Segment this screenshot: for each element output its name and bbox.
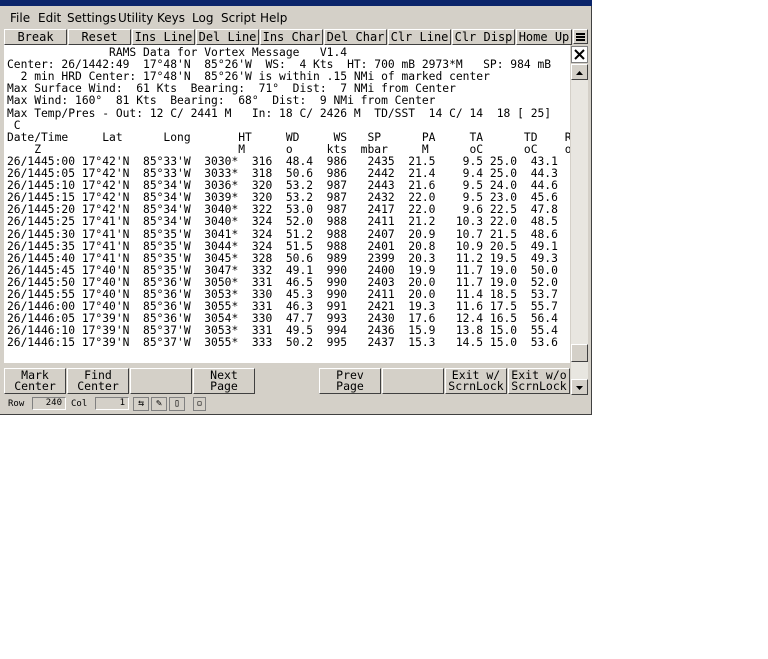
exit-without-scrnlock-button[interactable]: Exit w/o ScrnLock: [508, 368, 570, 394]
menu-log[interactable]: Log: [192, 11, 213, 25]
terminal-line: 26/1446:15 17°39'N 85°37'W 3055* 333 50.…: [7, 336, 558, 350]
row-value: 240: [32, 397, 66, 410]
terminal-line: 26/1445:35 17°41'N 85°35'W 3044* 324 51.…: [7, 239, 558, 253]
ins-line-button[interactable]: Ins Line: [132, 29, 195, 45]
arrow-up-icon[interactable]: [571, 64, 588, 80]
del-line-button[interactable]: Del Line: [196, 29, 259, 45]
terminal-line: 26/1445:30 17°41'N 85°35'W 3041* 324 51.…: [7, 227, 558, 241]
menu-lines-icon[interactable]: [573, 29, 588, 44]
menu-file[interactable]: File: [10, 11, 30, 25]
find-center-button[interactable]: Find Center: [67, 368, 129, 394]
close-icon[interactable]: [571, 46, 588, 63]
terminal-line: 26/1445:25 17°41'N 85°34'W 3040* 324 52.…: [7, 215, 558, 229]
del-char-button[interactable]: Del Char: [324, 29, 387, 45]
menu-script[interactable]: Script: [221, 11, 256, 25]
next-page-button[interactable]: Next Page: [193, 368, 255, 394]
break-button[interactable]: Break: [4, 29, 67, 45]
menu-edit[interactable]: Edit: [38, 11, 61, 25]
app-window: File Edit Settings Utility Keys Log Scri…: [0, 0, 592, 415]
document-edit-icon[interactable]: ✎: [151, 397, 167, 411]
page-icon[interactable]: ▯: [169, 397, 185, 411]
reset-button[interactable]: Reset: [68, 29, 131, 45]
arrow-down-icon[interactable]: [571, 379, 588, 395]
blank-function-key-2[interactable]: [382, 368, 444, 394]
menu-utility[interactable]: Utility: [118, 11, 153, 25]
col-value: 1: [95, 397, 129, 410]
exit-with-scrnlock-button[interactable]: Exit w/ScrnLock: [445, 368, 507, 394]
menu-keys[interactable]: Keys: [157, 11, 185, 25]
row-label: Row: [8, 399, 25, 409]
scrollbar-thumb[interactable]: [571, 344, 588, 362]
terminal-line: C: [7, 118, 21, 132]
terminal-line: Max Wind: 160° 81 Kts Bearing: 68° Dist:…: [7, 94, 436, 108]
swap-arrows-icon[interactable]: ⇆: [133, 397, 149, 411]
terminal-line: Date/Time Lat Long HT WD WS SP PA TA TD …: [7, 130, 570, 144]
terminal-line: Max Temp/Pres - Out: 12 C/ 2441 M In: 18…: [7, 106, 552, 120]
col-label: Col: [71, 399, 88, 409]
vertical-scrollbar[interactable]: [571, 64, 588, 395]
title-bar: [0, 0, 592, 6]
menu-bar: File Edit Settings Utility Keys Log Scri…: [0, 9, 592, 27]
blank-function-key-1[interactable]: [130, 368, 192, 394]
clr-line-button[interactable]: Clr Line: [388, 29, 451, 45]
ins-char-button[interactable]: Ins Char: [260, 29, 323, 45]
prev-page-button[interactable]: Prev Page: [319, 368, 381, 394]
small-box-icon[interactable]: ▫: [193, 397, 206, 411]
menu-settings[interactable]: Settings: [67, 11, 116, 25]
clr-disp-button[interactable]: Clr Disp: [452, 29, 515, 45]
home-up-button[interactable]: Home Up: [516, 29, 572, 45]
mark-center-button[interactable]: Mark Center: [4, 368, 66, 394]
menu-help[interactable]: Help: [260, 11, 287, 25]
terminal-line: 26/1445:40 17°41'N 85°35'W 3045* 328 50.…: [7, 251, 558, 265]
terminal-screen[interactable]: RAMS Data for Vortex Message V1.4 Center:…: [4, 45, 570, 363]
